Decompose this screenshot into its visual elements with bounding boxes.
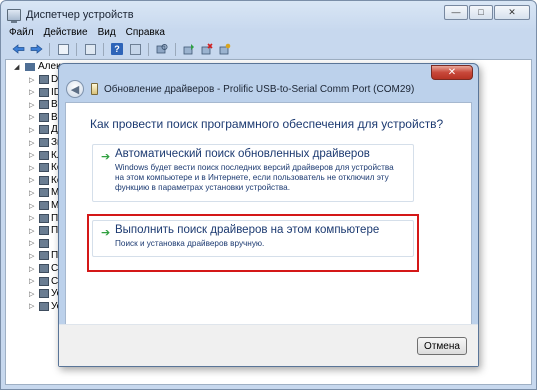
window-controls: — □ ✕ xyxy=(444,5,530,20)
device-category-icon xyxy=(39,150,49,160)
expand-arrow-icon[interactable]: ▷ xyxy=(29,202,37,210)
tree-item[interactable]: ▷ Bl xyxy=(29,99,60,110)
minimize-button[interactable]: — xyxy=(444,5,468,20)
expand-arrow-icon[interactable]: ▷ xyxy=(29,290,37,298)
back-icon[interactable] xyxy=(10,42,26,56)
toolbar-separator xyxy=(49,42,50,56)
show-hidden-icon[interactable] xyxy=(82,42,98,56)
window-title-bar: Диспетчер устройств xyxy=(7,6,134,24)
expand-arrow-icon[interactable]: ▷ xyxy=(29,277,37,285)
device-category-icon xyxy=(39,112,49,122)
device-category-icon xyxy=(39,264,49,273)
tree-item[interactable]: ▷ ID xyxy=(29,87,61,98)
green-arrow-icon: ➔ xyxy=(101,151,111,163)
window-title: Диспетчер устройств xyxy=(26,9,134,21)
toolbar-separator xyxy=(76,42,77,56)
collapse-arrow-icon[interactable]: ◢ xyxy=(14,63,22,71)
help-icon[interactable]: ? xyxy=(109,42,125,56)
device-category-icon xyxy=(39,251,49,261)
highlight-box xyxy=(87,214,419,272)
expand-arrow-icon[interactable]: ▷ xyxy=(29,302,37,310)
cancel-button[interactable]: Отмена xyxy=(417,337,467,355)
device-category-icon xyxy=(39,276,49,286)
tree-item[interactable]: ▷ П xyxy=(29,225,58,236)
menu-action[interactable]: Действие xyxy=(39,26,93,40)
device-category-icon xyxy=(39,301,49,311)
device-category-icon xyxy=(39,163,49,173)
menu-file[interactable]: Файл xyxy=(4,26,39,40)
expand-arrow-icon[interactable]: ▷ xyxy=(29,227,37,235)
expand-arrow-icon[interactable]: ▷ xyxy=(29,151,37,159)
update-driver-icon[interactable] xyxy=(181,42,197,56)
device-category-icon xyxy=(39,289,49,299)
expand-arrow-icon[interactable]: ▷ xyxy=(29,139,37,147)
device-category-icon xyxy=(39,213,49,223)
device-category-icon xyxy=(39,238,49,248)
device-category-icon xyxy=(39,188,49,198)
dialog-header: ◀ Обновление драйверов - Prolific USB-to… xyxy=(59,76,478,102)
menu-bar: Файл Действие Вид Справка xyxy=(2,26,535,40)
device-category-icon xyxy=(39,87,49,97)
menu-view[interactable]: Вид xyxy=(93,26,121,40)
properties-icon[interactable] xyxy=(55,42,71,56)
back-arrow-icon[interactable]: ◀ xyxy=(66,80,84,98)
expand-arrow-icon[interactable]: ▷ xyxy=(29,239,37,247)
disable-icon[interactable] xyxy=(217,42,233,56)
device-manager-icon xyxy=(7,9,21,23)
device-category-icon xyxy=(39,75,49,84)
tree-item[interactable]: ▷ xyxy=(29,238,51,249)
uninstall-icon[interactable] xyxy=(199,42,215,56)
expand-arrow-icon[interactable]: ▷ xyxy=(29,113,37,121)
expand-arrow-icon[interactable]: ▷ xyxy=(29,126,37,134)
toolbar-separator xyxy=(148,42,149,56)
expand-arrow-icon[interactable]: ▷ xyxy=(29,164,37,172)
expand-arrow-icon[interactable]: ▷ xyxy=(29,76,37,84)
expand-arrow-icon[interactable]: ▷ xyxy=(29,214,37,222)
expand-arrow-icon[interactable]: ▷ xyxy=(29,88,37,96)
expand-arrow-icon[interactable]: ▷ xyxy=(29,252,37,260)
maximize-button[interactable]: □ xyxy=(469,5,493,20)
usb-device-icon xyxy=(91,83,98,95)
dialog-title: Обновление драйверов - Prolific USB-to-S… xyxy=(104,83,415,95)
close-button[interactable]: ✕ xyxy=(494,5,530,20)
tree-item[interactable]: ▷ Ус xyxy=(29,301,62,312)
toolbar-separator xyxy=(175,42,176,56)
expand-arrow-icon[interactable]: ▷ xyxy=(29,265,37,273)
device-category-icon xyxy=(39,175,49,185)
expand-arrow-icon[interactable]: ▷ xyxy=(29,189,37,197)
expand-arrow-icon[interactable]: ▷ xyxy=(29,176,37,184)
auto-search-title[interactable]: Автоматический поиск обновленных драйвер… xyxy=(115,148,370,160)
window-icon[interactable] xyxy=(127,42,143,56)
device-category-icon xyxy=(39,125,49,135)
update-driver-dialog: ✕ ◀ Обновление драйверов - Prolific USB-… xyxy=(58,63,479,367)
device-category-icon xyxy=(39,226,49,236)
menu-help[interactable]: Справка xyxy=(121,26,170,40)
scan-hardware-icon[interactable] xyxy=(154,42,170,56)
dialog-body: Как провести поиск программного обеспече… xyxy=(65,102,472,326)
dialog-footer: Отмена xyxy=(59,324,478,366)
toolbar: ? xyxy=(2,40,535,58)
device-category-icon xyxy=(39,138,49,147)
expand-arrow-icon[interactable]: ▷ xyxy=(29,101,37,109)
dialog-question: Как провести поиск программного обеспече… xyxy=(90,117,444,131)
toolbar-separator xyxy=(103,42,104,56)
device-category-icon xyxy=(39,100,49,110)
device-category-icon xyxy=(39,201,49,210)
auto-search-description: Windows будет вести поиск последних верс… xyxy=(115,163,394,192)
auto-search-option[interactable]: ➔ Автоматический поиск обновленных драйв… xyxy=(92,144,414,202)
tree-item[interactable]: ▷ Ус xyxy=(29,288,62,299)
forward-icon[interactable] xyxy=(28,42,44,56)
computer-icon xyxy=(25,62,35,71)
